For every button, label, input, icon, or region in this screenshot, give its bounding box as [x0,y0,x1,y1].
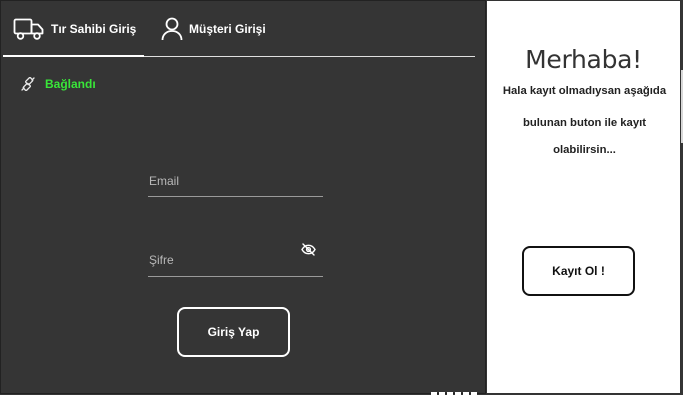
tab-truck-owner-login[interactable]: Tır Sahibi Giriş [13,13,136,45]
register-button[interactable]: Kayıt Ol ! [522,246,635,296]
welcome-message-line: Hala kayıt olmadıysan aşağıda [502,85,667,97]
tab-truck-owner-label: Tır Sahibi Giriş [51,22,137,36]
tabs-divider [144,56,475,57]
tab-customer-login[interactable]: Müşteri Girişi [161,13,266,45]
welcome-panel: Merhaba! Hala kayıt olmadıysan aşağıda b… [486,0,681,394]
welcome-message-line: olabilirsin... [553,144,616,156]
welcome-title: Merhaba! [525,45,642,74]
login-button[interactable]: Giriş Yap [177,307,290,357]
login-panel: Tır Sahibi Giriş Müşteri Girişi Bağlandı [0,0,486,395]
active-tab-indicator [3,55,144,57]
connection-status-text: Bağlandı [45,77,96,91]
password-input[interactable] [148,247,323,273]
tab-customer-label: Müşteri Girişi [189,22,266,36]
email-field [148,169,323,197]
welcome-message-line: bulunan buton ile kayıt [522,117,646,129]
truck-icon [13,17,45,41]
connection-status: Bağlandı [21,77,96,91]
eye-slash-icon[interactable] [301,243,316,256]
connection-icon [21,77,35,91]
email-input[interactable] [148,169,323,193]
user-icon [161,17,183,41]
password-field [148,243,323,277]
